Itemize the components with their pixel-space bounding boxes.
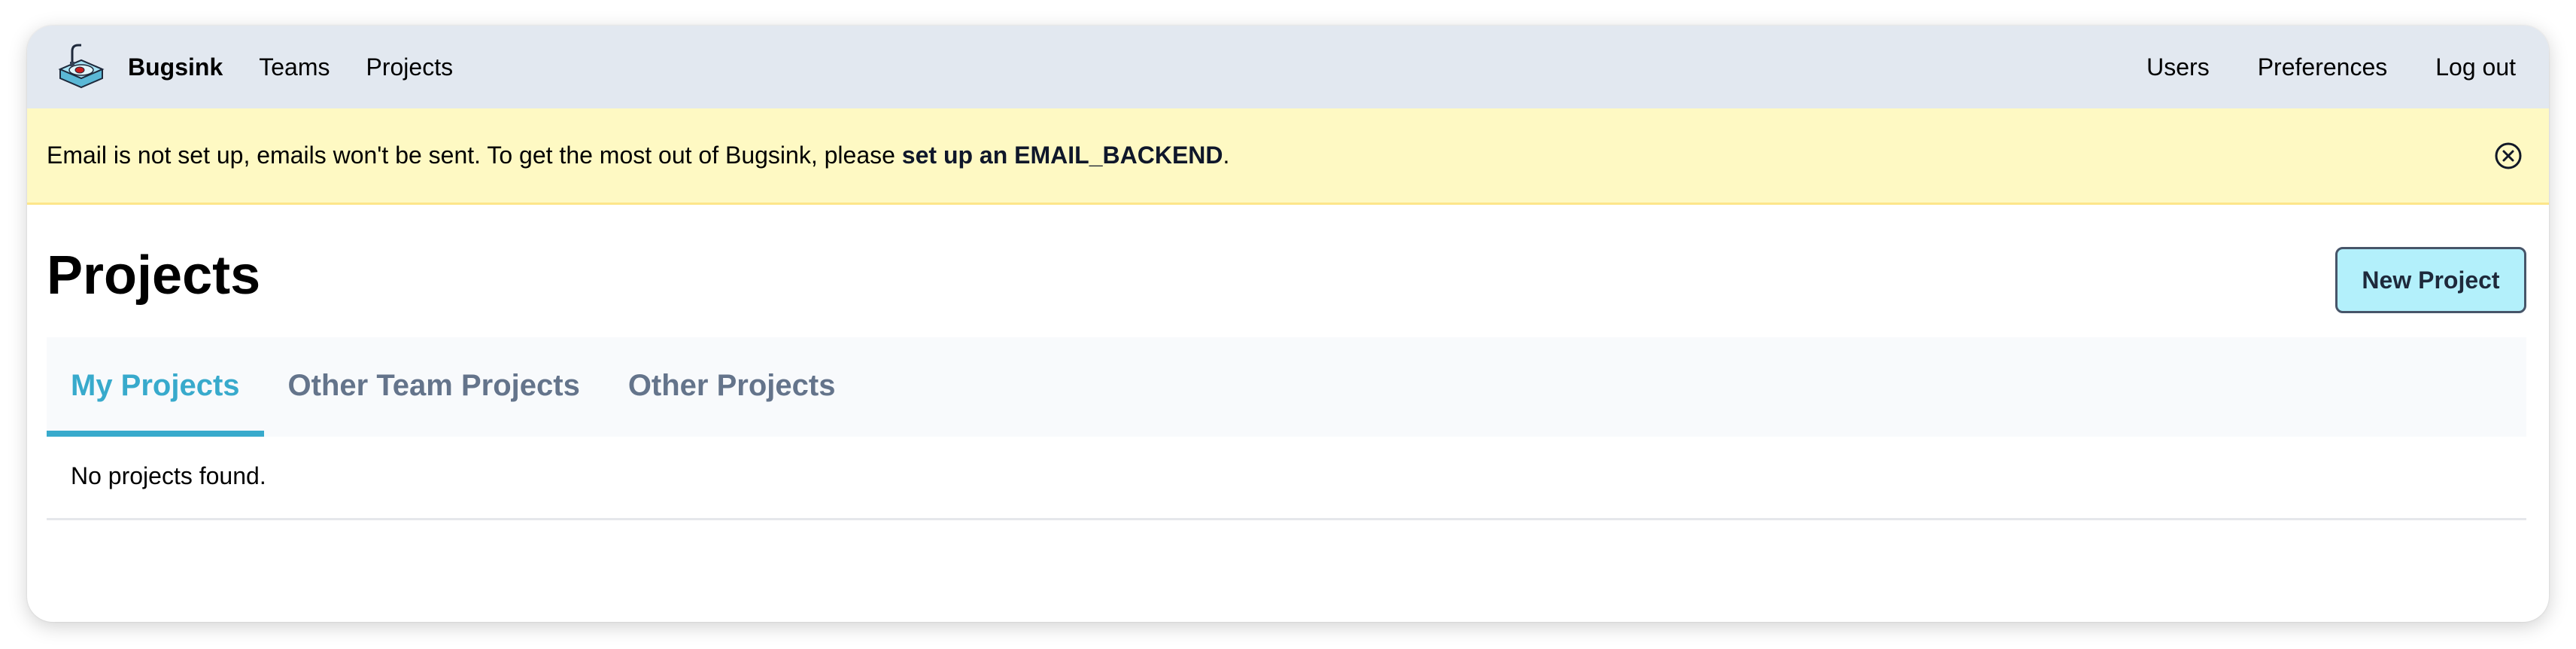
top-navbar: Bugsink Teams Projects Users Preferences… — [27, 26, 2549, 108]
nav-link-teams[interactable]: Teams — [259, 53, 330, 81]
page-title: Projects — [47, 245, 261, 306]
tab-other-projects[interactable]: Other Projects — [604, 337, 860, 437]
app-window: Bugsink Teams Projects Users Preferences… — [27, 26, 2549, 622]
tab-other-team-projects[interactable]: Other Team Projects — [264, 337, 604, 437]
new-project-button[interactable]: New Project — [2335, 247, 2526, 313]
nav-link-logout[interactable]: Log out — [2435, 53, 2516, 81]
brand-name: Bugsink — [128, 53, 223, 81]
nav-link-projects[interactable]: Projects — [366, 53, 453, 81]
nav-link-preferences[interactable]: Preferences — [2258, 53, 2388, 81]
divider — [47, 518, 2526, 520]
banner-text-before: Email is not set up, emails won't be sen… — [47, 142, 902, 169]
nav-link-users[interactable]: Users — [2146, 53, 2210, 81]
tab-my-projects[interactable]: My Projects — [47, 337, 264, 437]
email-warning-banner: Email is not set up, emails won't be sen… — [27, 108, 2549, 205]
close-circle-icon[interactable] — [2493, 141, 2523, 171]
banner-text-after: . — [1223, 142, 1230, 169]
bugsink-logo-icon — [58, 44, 105, 89]
brand[interactable]: Bugsink — [56, 26, 223, 108]
banner-message: Email is not set up, emails won't be sen… — [47, 142, 1229, 169]
email-backend-link[interactable]: set up an EMAIL_BACKEND — [902, 142, 1223, 169]
empty-state-message: No projects found. — [71, 462, 266, 489]
project-tabs: My Projects Other Team Projects Other Pr… — [47, 337, 2526, 437]
